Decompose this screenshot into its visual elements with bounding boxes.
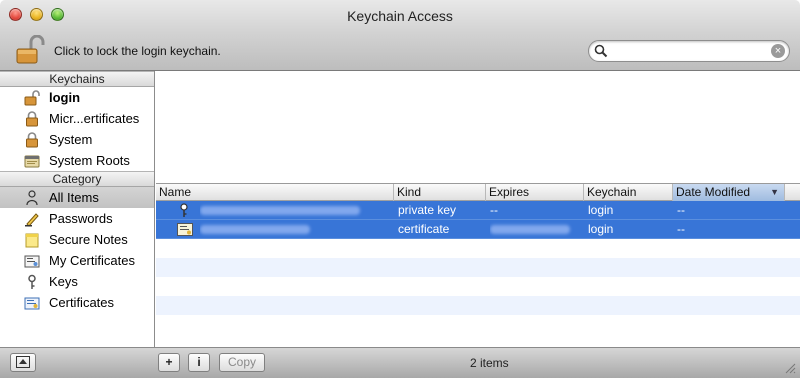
sidebar-item-login[interactable]: login (0, 87, 154, 108)
padlock-icon (26, 132, 38, 148)
sidebar-item-label: Keys (49, 274, 78, 289)
empty-row (156, 277, 800, 296)
row-keychain: login (588, 203, 614, 217)
copy-button[interactable]: Copy (219, 353, 265, 372)
keychains-header: Keychains (0, 71, 154, 87)
sidebar-item-label: Certificates (49, 295, 115, 310)
resize-grip-icon[interactable] (784, 362, 796, 374)
sidebar-item-all-items[interactable]: All Items (0, 187, 154, 208)
items-count: 2 items (470, 356, 509, 370)
sidebar: Keychains login Micr...ertificates Syste… (0, 71, 155, 347)
show-sidebar-icon (16, 356, 30, 368)
column-header-kind[interactable]: Kind (394, 184, 486, 201)
table-row[interactable]: private key -- login -- (156, 201, 800, 220)
column-header-label: Date Modified (676, 185, 751, 199)
lock-keychain-button[interactable] (14, 34, 46, 65)
clear-search-icon[interactable]: × (771, 44, 785, 58)
lock-status-text: Click to lock the login keychain. (54, 44, 221, 58)
folder-icon (24, 155, 40, 168)
sidebar-item-label: Passwords (49, 211, 113, 226)
search-input[interactable] (611, 43, 765, 59)
key-icon (28, 274, 36, 289)
row-name-redacted (200, 220, 370, 239)
key-icon (180, 203, 188, 217)
sidebar-item-label: System (49, 132, 93, 147)
sidebar-item-passwords[interactable]: Passwords (0, 208, 154, 229)
redacted-name (200, 206, 360, 215)
sidebar-item-system-roots[interactable]: System Roots (0, 150, 154, 171)
sidebar-item-label: Micr...ertificates (49, 111, 140, 126)
row-date-modified: -- (677, 222, 685, 236)
people-icon (26, 190, 38, 206)
empty-row (156, 258, 800, 277)
certificate-icon (24, 297, 40, 310)
empty-row (156, 239, 800, 258)
sidebar-item-microsoft-certificates[interactable]: Micr...ertificates (0, 108, 154, 129)
column-header-expires[interactable]: Expires (486, 184, 584, 201)
padlock-icon (26, 111, 38, 127)
column-header-name[interactable]: Name (156, 184, 394, 201)
row-date-modified: -- (677, 203, 685, 217)
sidebar-item-label: login (49, 90, 81, 105)
certificate-icon (177, 223, 193, 236)
row-name-redacted (200, 201, 370, 220)
magnifier-icon (594, 44, 608, 58)
items-table: Name Kind Expires Keychain Date Modified… (156, 183, 800, 347)
sidebar-item-label: My Certificates (49, 253, 135, 268)
sidebar-item-label: System Roots (49, 153, 130, 168)
sidebar-item-label: Secure Notes (49, 232, 128, 247)
bottom-bar: + i Copy 2 items (0, 347, 800, 378)
sidebar-item-secure-notes[interactable]: Secure Notes (0, 229, 154, 250)
sidebar-item-label: All Items (49, 190, 99, 205)
get-info-button[interactable]: i (188, 353, 210, 372)
sidebar-item-my-certificates[interactable]: My Certificates (0, 250, 154, 271)
row-kind: private key (398, 203, 457, 217)
pencil-icon (25, 213, 39, 227)
note-icon (25, 233, 39, 248)
sidebar-item-system[interactable]: System (0, 129, 154, 150)
show-keychains-button[interactable] (10, 353, 36, 372)
window-titlebar: Keychain Access Click to lock the login … (0, 0, 800, 71)
table-row[interactable]: certificate login -- (156, 220, 800, 239)
empty-row (156, 315, 800, 334)
sort-descending-icon: ▼ (770, 187, 779, 197)
redacted-name (200, 225, 310, 234)
category-header: Category (0, 171, 154, 187)
unlocked-padlock-icon (24, 90, 40, 106)
column-header-keychain[interactable]: Keychain (584, 184, 673, 201)
row-expires (490, 220, 580, 239)
row-expires: -- (490, 203, 498, 217)
unlocked-padlock-icon (16, 34, 45, 64)
redacted-expiry (490, 225, 570, 234)
add-item-button[interactable]: + (158, 353, 180, 372)
item-preview-pane (156, 71, 800, 183)
sidebar-item-keys[interactable]: Keys (0, 271, 154, 292)
row-keychain: login (588, 222, 614, 236)
sidebar-item-certificates[interactable]: Certificates (0, 292, 154, 313)
my-certificate-icon (24, 255, 40, 268)
empty-row (156, 296, 800, 315)
column-header-date-modified[interactable]: Date Modified ▼ (673, 184, 785, 201)
row-kind: certificate (398, 222, 450, 236)
window-title: Keychain Access (347, 8, 453, 24)
table-header: Name Kind Expires Keychain Date Modified… (156, 183, 800, 201)
search-field[interactable]: × (588, 40, 790, 62)
